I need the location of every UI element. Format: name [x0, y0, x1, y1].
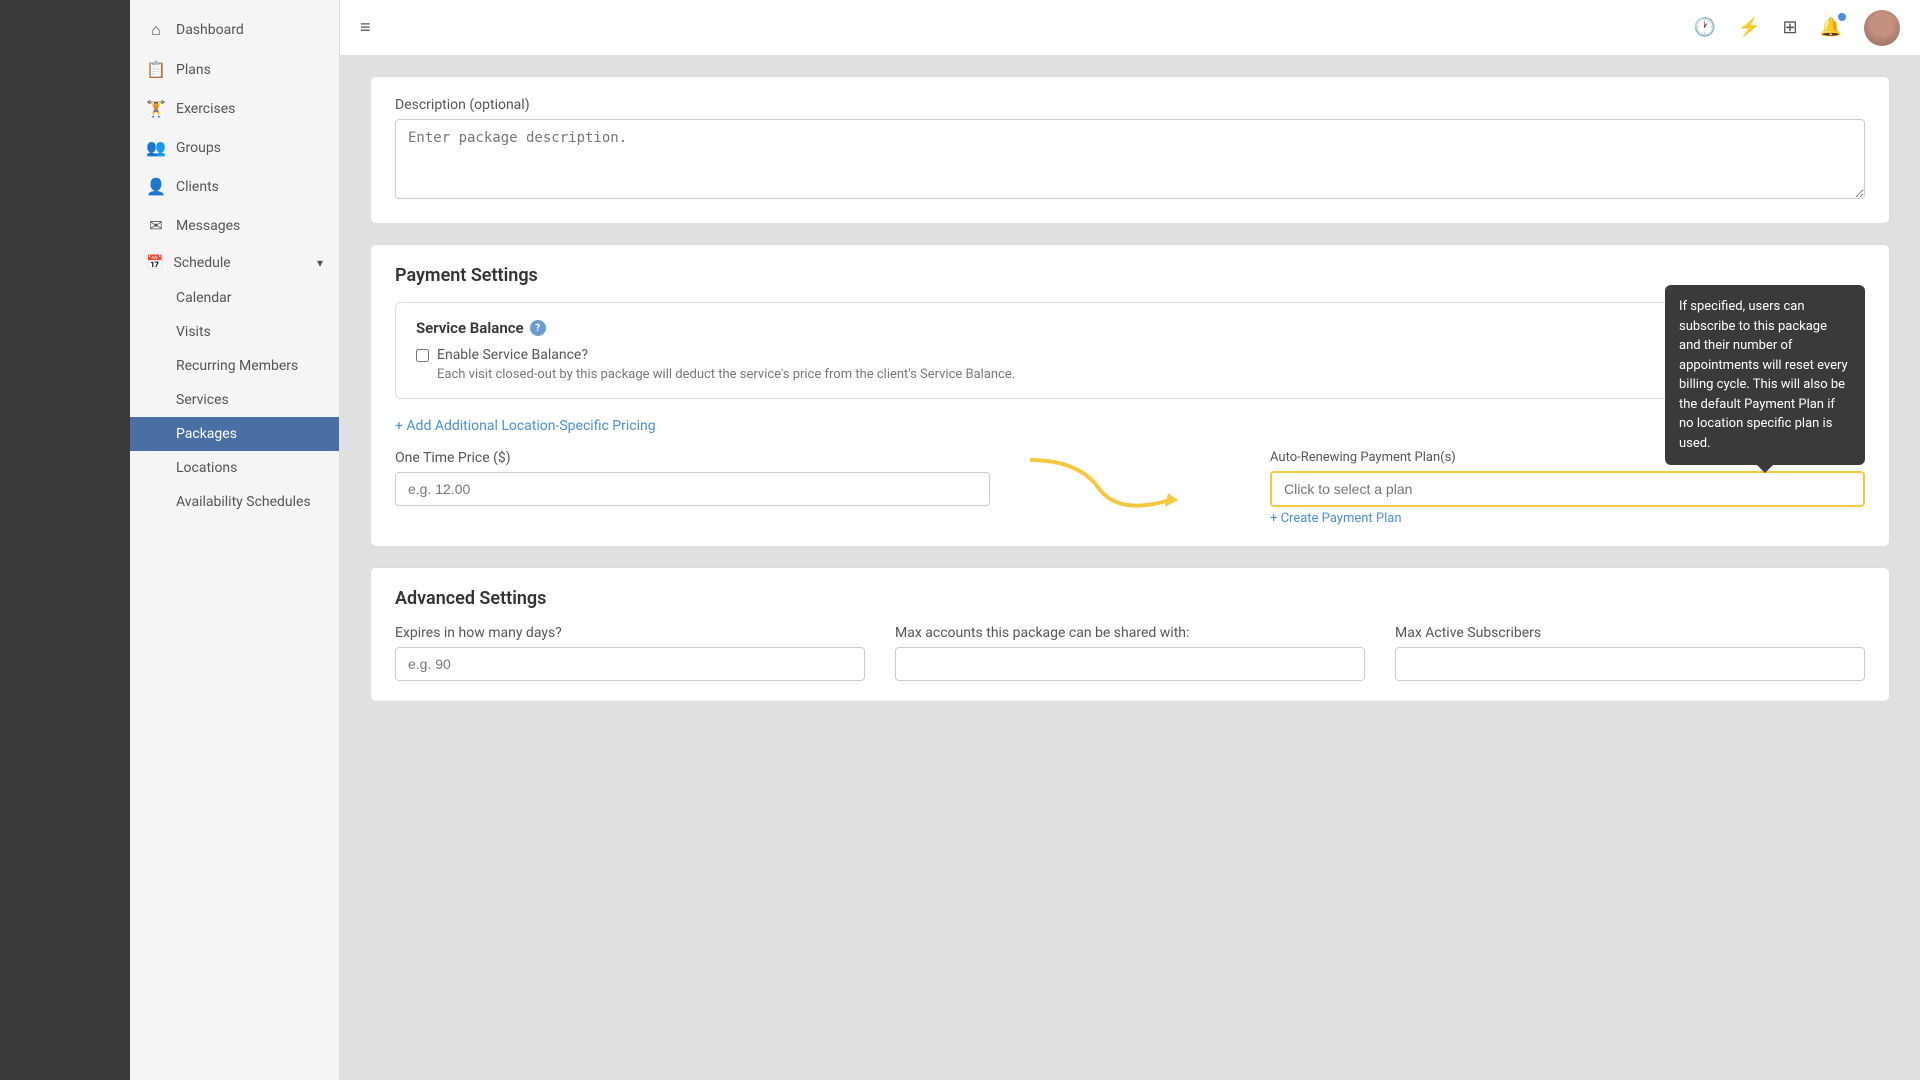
schedule-icon: 📅	[146, 255, 163, 271]
service-balance-box: Service Balance ? Enable Service Balance…	[395, 302, 1865, 399]
expires-input[interactable]	[395, 647, 865, 681]
sidebar-item-availability-schedules[interactable]: Availability Schedules	[130, 485, 339, 519]
menu-icon[interactable]: ≡	[360, 17, 371, 38]
sidebar-item-messages[interactable]: ✉ Messages	[130, 206, 339, 245]
avatar[interactable]	[1864, 10, 1900, 46]
sidebar-item-visits[interactable]: Visits	[130, 315, 339, 349]
max-accounts-input[interactable]	[895, 647, 1365, 681]
description-textarea[interactable]	[395, 119, 1865, 199]
create-plan-link[interactable]: + Create Payment Plan	[1270, 511, 1865, 526]
description-section: Description (optional)	[370, 76, 1890, 224]
checkbox-text: Enable Service Balance?	[437, 347, 588, 363]
content-area: Description (optional) Payment Settings …	[340, 56, 1920, 1080]
sidebar-item-clients[interactable]: 👤 Clients	[130, 167, 339, 206]
service-balance-title: Service Balance ?	[416, 319, 1844, 337]
messages-icon: ✉	[146, 216, 166, 235]
advanced-settings-title: Advanced Settings	[395, 588, 1865, 609]
grid-icon[interactable]: ⊞	[1782, 17, 1797, 38]
max-accounts-label: Max accounts this package can be shared …	[895, 625, 1365, 641]
one-time-price-col: One Time Price ($)	[395, 450, 990, 506]
sidebar-item-schedule[interactable]: 📅 Schedule ▾	[130, 245, 339, 281]
description-label: Description (optional)	[395, 97, 1865, 113]
sidebar-item-recurring-members[interactable]: Recurring Members	[130, 349, 339, 383]
sidebar-item-plans[interactable]: 📋 Plans	[130, 50, 339, 89]
chevron-down-icon: ▾	[317, 256, 323, 270]
exercises-icon: 🏋	[146, 99, 166, 118]
history-icon[interactable]: 🕐	[1694, 17, 1716, 38]
expires-label: Expires in how many days?	[395, 625, 865, 641]
notification-badge	[1838, 13, 1846, 21]
sidebar: ⌂ Dashboard 📋 Plans 🏋 Exercises 👥 Groups…	[130, 0, 340, 1080]
main-content: ≡ 🕐 ⚡ ⊞ 🔔 Description (optional) Payment…	[340, 0, 1920, 1080]
home-icon: ⌂	[146, 20, 166, 40]
add-pricing-link[interactable]: + Add Additional Location-Specific Prici…	[395, 418, 656, 434]
payment-settings-section: Payment Settings Service Balance ? Enabl…	[370, 244, 1890, 547]
checkbox-desc: Each visit closed-out by this package wi…	[437, 367, 1015, 382]
one-time-price-input[interactable]	[395, 472, 990, 506]
arrow-graphic	[1000, 440, 1220, 520]
tooltip-box: If specified, users can subscribe to thi…	[1665, 285, 1865, 465]
bell-icon[interactable]: 🔔	[1820, 17, 1842, 38]
max-subscribers-input[interactable]	[1395, 647, 1865, 681]
max-subscribers-col: Max Active Subscribers	[1395, 625, 1865, 681]
sidebar-item-calendar[interactable]: Calendar	[130, 281, 339, 315]
clients-icon: 👤	[146, 177, 166, 196]
enable-service-balance-checkbox[interactable]	[416, 349, 429, 362]
sidebar-item-packages[interactable]: Packages	[130, 417, 339, 451]
sidebar-item-locations[interactable]: Locations	[130, 451, 339, 485]
topbar-icons: 🕐 ⚡ ⊞ 🔔	[1694, 10, 1900, 46]
info-icon[interactable]: ?	[530, 320, 546, 336]
max-subscribers-label: Max Active Subscribers	[1395, 625, 1865, 641]
auto-renewing-plan-col: If specified, users can subscribe to thi…	[1270, 450, 1865, 526]
left-panel	[0, 0, 130, 1080]
sidebar-item-exercises[interactable]: 🏋 Exercises	[130, 89, 339, 128]
max-accounts-col: Max accounts this package can be shared …	[895, 625, 1365, 681]
one-time-price-label: One Time Price ($)	[395, 450, 990, 466]
plans-icon: 📋	[146, 60, 166, 79]
advanced-settings-section: Advanced Settings Expires in how many da…	[370, 567, 1890, 702]
pricing-row: One Time Price ($) If specified, users c…	[395, 450, 1865, 526]
lightning-icon[interactable]: ⚡	[1738, 17, 1760, 38]
sidebar-item-services[interactable]: Services	[130, 383, 339, 417]
topbar: ≡ 🕐 ⚡ ⊞ 🔔	[340, 0, 1920, 56]
groups-icon: 👥	[146, 138, 166, 157]
expires-col: Expires in how many days?	[395, 625, 865, 681]
sidebar-item-groups[interactable]: 👥 Groups	[130, 128, 339, 167]
sidebar-item-dashboard[interactable]: ⌂ Dashboard	[130, 10, 339, 50]
avatar-image	[1864, 10, 1900, 46]
plan-select-input[interactable]	[1270, 471, 1865, 507]
enable-service-balance-label[interactable]: Enable Service Balance? Each visit close…	[416, 347, 1844, 382]
payment-settings-title: Payment Settings	[395, 265, 1865, 286]
advanced-row: Expires in how many days? Max accounts t…	[395, 625, 1865, 681]
